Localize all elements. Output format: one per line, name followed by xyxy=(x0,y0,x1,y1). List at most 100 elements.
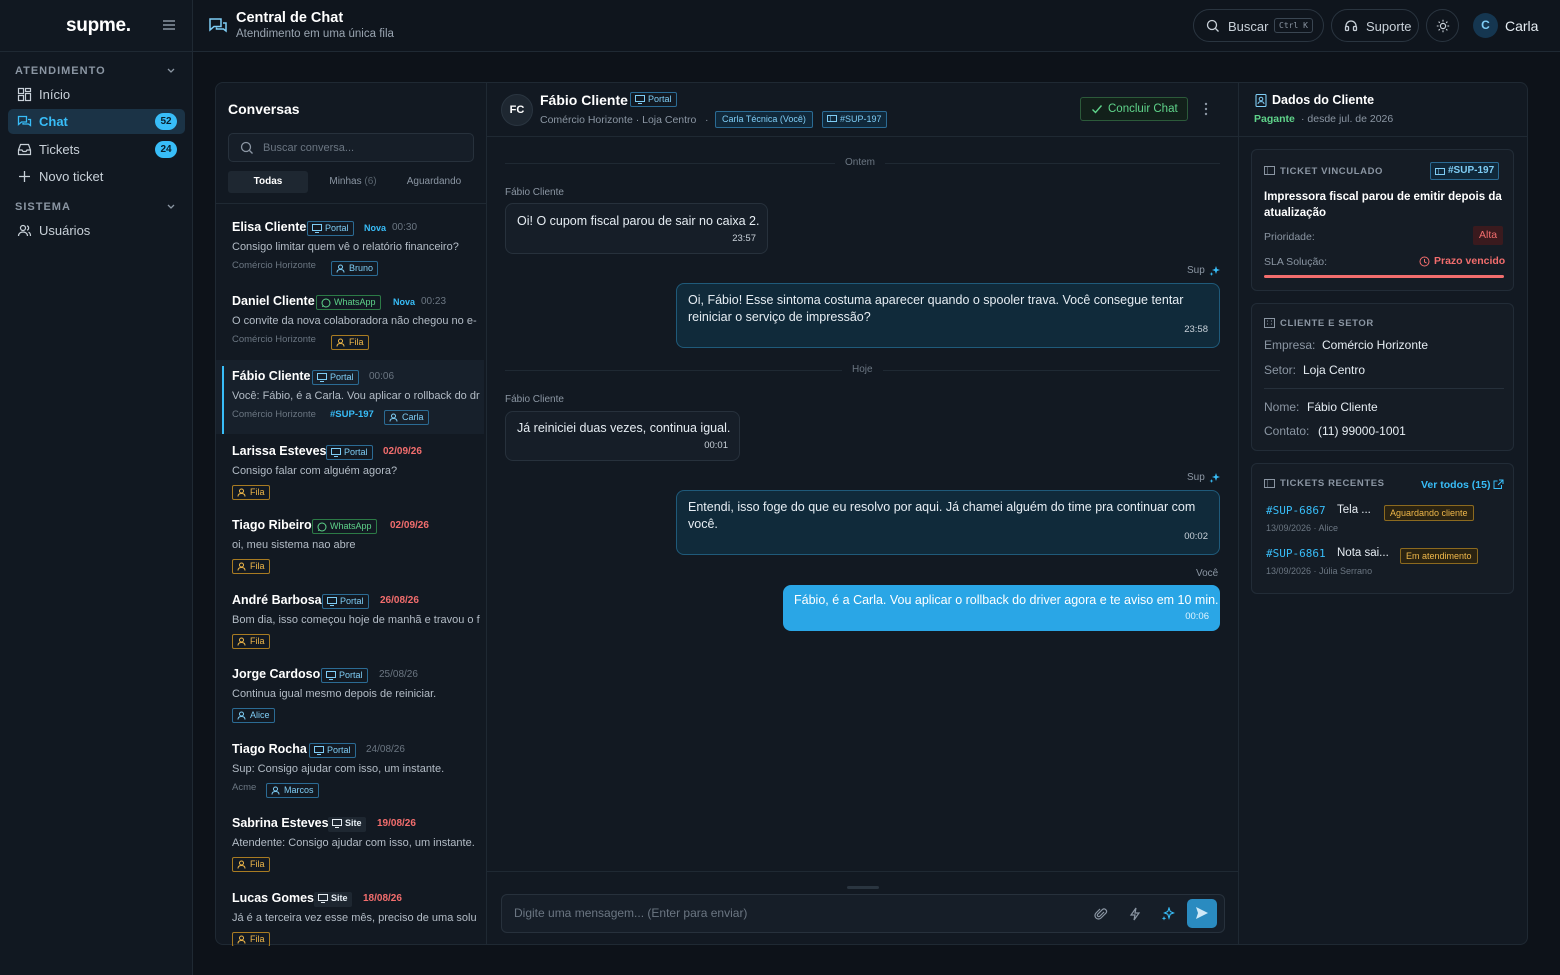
building-icon xyxy=(1264,318,1275,328)
contact-name: Tiago Rocha xyxy=(232,742,307,756)
conversation-time: 00:23 xyxy=(421,296,447,307)
contact-name: Fábio Cliente xyxy=(232,369,311,383)
recent-ticket-item[interactable]: #SUP-6867 Tela ... 13/09/2026 · Alice Ag… xyxy=(1266,504,1506,538)
user-name[interactable]: Carla xyxy=(1505,18,1538,34)
conversations-title: Conversas xyxy=(228,101,300,117)
message-input[interactable]: Digite uma mensagem... (Enter para envia… xyxy=(501,894,1225,933)
conversation-item[interactable]: Sabrina Esteves Site 19/08/26 Atendente:… xyxy=(216,807,484,881)
message-text: Entendi, isso foge do que eu resolvo por… xyxy=(688,500,1196,531)
message-time: 00:02 xyxy=(1184,531,1208,542)
search-icon xyxy=(1206,19,1220,33)
channel-label: Portal xyxy=(648,94,672,104)
conversation-preview: Você: Fábio, é a Carla. Vou aplicar o ro… xyxy=(232,390,480,402)
conversation-item[interactable]: Larissa Esteves Portal 02/09/26 Consigo … xyxy=(216,435,484,509)
channel-tag: Portal xyxy=(312,370,359,385)
contact-name: André Barbosa xyxy=(232,593,322,607)
user-icon xyxy=(237,488,246,497)
conversation-item[interactable]: Jorge Cardoso Portal 25/08/26 Continua i… xyxy=(216,658,484,732)
external-link-icon[interactable] xyxy=(1493,479,1504,490)
conversation-list: Elisa Cliente Portal Nova 00:30 Consigo … xyxy=(216,211,486,946)
channel-tag: Portal xyxy=(630,92,677,107)
lightning-icon[interactable] xyxy=(1128,907,1142,921)
company-name: Comércio Horizonte xyxy=(232,409,316,420)
search-label: Buscar xyxy=(1228,19,1269,34)
tab-todas[interactable]: Todas xyxy=(228,171,308,193)
ticket-icon xyxy=(1435,168,1445,175)
sla-status: Prazo vencido xyxy=(1434,255,1506,267)
conversation-item[interactable]: Tiago Ribeiro WhatsApp 02/09/26 oi, meu … xyxy=(216,509,484,583)
chat-icon xyxy=(17,114,32,129)
avatar[interactable]: C xyxy=(1473,13,1498,38)
chat-panel: FC Fábio Cliente Portal Comércio Horizon… xyxy=(486,82,1239,945)
sidebar-item-chat[interactable]: Chat 52 xyxy=(8,109,185,134)
sidebar-item-usuarios[interactable]: Usuários xyxy=(8,218,185,243)
conclude-chat-button[interactable]: Concluir Chat xyxy=(1080,97,1188,121)
contact-name: Tiago Ribeiro xyxy=(232,518,312,532)
channel-label: Portal xyxy=(325,223,349,233)
more-options-icon[interactable] xyxy=(1204,102,1208,116)
assignee-tag: Marcos xyxy=(266,783,319,798)
sidebar-item-novo-ticket[interactable]: Novo ticket xyxy=(8,164,185,189)
conversation-time: 00:06 xyxy=(369,371,395,382)
conversation-item-selected[interactable]: Fábio Cliente Portal 00:06 Você: Fábio, … xyxy=(216,360,484,434)
conversation-time: 25/08/26 xyxy=(379,669,418,680)
send-button[interactable] xyxy=(1187,899,1217,928)
ticket-tag[interactable]: #SUP-197 xyxy=(822,111,887,128)
message-bubble-bot: Entendi, isso foge do que eu resolvo por… xyxy=(676,490,1220,555)
conversation-preview: oi, meu sistema nao abre xyxy=(232,539,356,551)
message-sender: Fábio Cliente xyxy=(505,187,564,198)
assignee-label: Fila xyxy=(250,636,265,646)
ticket-icon xyxy=(1264,479,1275,488)
card-heading: TICKETS RECENTES xyxy=(1280,478,1385,489)
assignee-label: Alice xyxy=(250,710,270,720)
assignee-tag: Bruno xyxy=(331,261,379,276)
sidebar-item-tickets[interactable]: Tickets 24 xyxy=(8,137,185,162)
linked-ticket-tag[interactable]: #SUP-197 xyxy=(1430,162,1500,180)
conversation-time: 02/09/26 xyxy=(383,446,422,457)
message-sender: Você xyxy=(1196,568,1219,579)
user-icon xyxy=(336,264,345,273)
conversation-preview: Consigo limitar quem vê o relatório fina… xyxy=(232,241,459,253)
conversation-item[interactable]: Daniel Cliente WhatsApp Nova 00:23 O con… xyxy=(216,285,484,359)
message-bubble-own: Fábio, é a Carla. Vou aplicar o rollback… xyxy=(783,585,1220,631)
theme-toggle[interactable] xyxy=(1426,9,1459,42)
search-button[interactable]: Buscar Ctrl K xyxy=(1193,9,1324,42)
message-bubble-bot: Oi, Fábio! Esse sintoma costuma aparecer… xyxy=(676,283,1220,348)
sparkle-icon[interactable] xyxy=(1161,907,1175,921)
resize-handle[interactable] xyxy=(847,886,879,889)
paperclip-icon[interactable] xyxy=(1094,907,1108,921)
chevron-down-icon[interactable] xyxy=(166,203,176,211)
channel-tag: Portal xyxy=(309,743,356,758)
channel-label: Portal xyxy=(344,447,368,457)
company-label: Empresa: xyxy=(1264,338,1316,352)
clock-icon xyxy=(1419,256,1430,267)
conversation-item[interactable]: Tiago Rocha Portal 24/08/26 Sup: Consigo… xyxy=(216,733,484,807)
card-heading: CLIENTE E SETOR xyxy=(1280,318,1374,329)
recent-ticket-item[interactable]: #SUP-6861 Nota sai... 13/09/2026 · Júlia… xyxy=(1266,547,1506,581)
support-button[interactable]: Suporte xyxy=(1331,9,1419,42)
menu-icon[interactable] xyxy=(162,18,176,32)
view-all-link[interactable]: Ver todos (15) xyxy=(1421,479,1490,491)
contact-name: Fábio Cliente xyxy=(540,92,628,108)
monitor-icon xyxy=(331,448,341,457)
conversation-item[interactable]: André Barbosa Portal 26/08/26 Bom dia, i… xyxy=(216,584,484,658)
conversation-item[interactable]: Lucas Gomes Site 18/08/26 Já é a terceir… xyxy=(216,882,484,946)
logo[interactable]: supme. xyxy=(66,15,131,37)
send-icon xyxy=(1195,906,1209,920)
tab-aguardando[interactable]: Aguardando xyxy=(394,171,474,193)
assignee-label: Bruno xyxy=(349,263,374,273)
channel-tag: Site xyxy=(314,892,352,907)
channel-tag: WhatsApp xyxy=(316,295,381,310)
assignee-label: Carla xyxy=(402,412,424,422)
chevron-down-icon[interactable] xyxy=(166,67,176,75)
conversation-time: 19/08/26 xyxy=(377,818,416,829)
conversation-item[interactable]: Elisa Cliente Portal Nova 00:30 Consigo … xyxy=(216,211,484,285)
conversations-panel: Conversas Buscar conversa... Todas Minha… xyxy=(215,82,486,946)
tab-minhas[interactable]: Minhas (6) xyxy=(313,171,393,193)
assignee-label: Fila xyxy=(250,934,265,944)
conversation-preview: Consigo falar com alguém agora? xyxy=(232,465,398,477)
sidebar-item-inicio[interactable]: Início xyxy=(8,82,185,107)
company-name: Acme xyxy=(232,782,257,793)
sidebar-item-label: Início xyxy=(39,87,71,102)
conversation-search-input[interactable]: Buscar conversa... xyxy=(228,133,474,162)
